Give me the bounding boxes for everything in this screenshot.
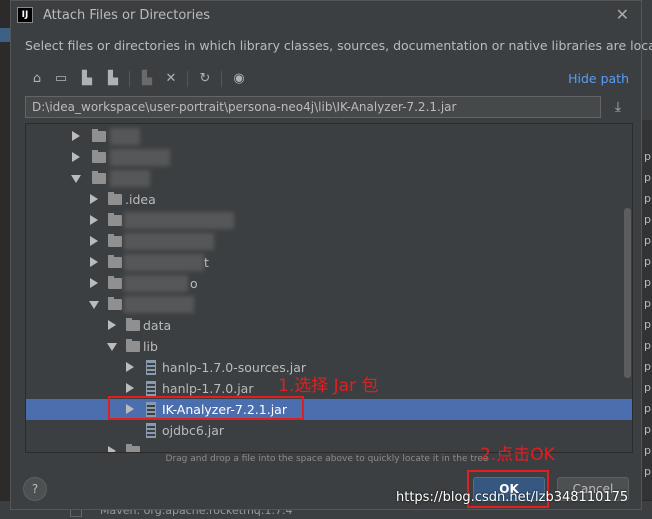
- redacted-label: [124, 275, 188, 292]
- folder-icon: [108, 192, 122, 205]
- close-icon[interactable]: ✕: [616, 5, 629, 24]
- collapse-arrow-icon[interactable]: [107, 343, 117, 351]
- new-folder-icon[interactable]: ▙: [137, 69, 157, 89]
- folder-icon: [108, 213, 122, 226]
- dialog-description: Select files or directories in which lib…: [25, 38, 652, 53]
- csdn-watermark: https://blog.csdn.net/lzb348110175: [396, 490, 629, 505]
- redacted-label: [124, 254, 204, 271]
- tree-item[interactable]: [26, 168, 632, 189]
- show-hidden-icon[interactable]: ◉: [229, 69, 249, 89]
- desktop-icon[interactable]: ▭: [51, 69, 71, 89]
- tree-item[interactable]: [26, 210, 632, 231]
- expand-arrow-icon[interactable]: [90, 194, 98, 204]
- tree-item-label: t: [204, 255, 209, 270]
- jar-icon: [146, 423, 156, 438]
- expand-arrow-icon[interactable]: [72, 152, 80, 162]
- delete-icon[interactable]: ✕: [161, 69, 181, 89]
- refresh-icon[interactable]: ↻: [195, 69, 215, 89]
- expand-arrow-icon[interactable]: [108, 446, 116, 452]
- folder-icon: [126, 318, 140, 331]
- folder-icon: [92, 150, 106, 163]
- title-bar[interactable]: IJ Attach Files or Directories ✕: [11, 1, 641, 31]
- expand-arrow-icon[interactable]: [108, 320, 116, 330]
- dialog-title: Attach Files or Directories: [43, 8, 211, 23]
- collapse-arrow-icon[interactable]: [89, 301, 99, 309]
- folder-icon: [108, 276, 122, 289]
- tree-item[interactable]: [26, 126, 632, 147]
- folder-icon: [126, 444, 140, 452]
- redacted-label: [110, 128, 140, 145]
- tree-item[interactable]: ojdbc6.jar: [26, 420, 632, 441]
- toolbar-separator: [187, 71, 188, 87]
- download-icon[interactable]: ⤓: [609, 98, 627, 116]
- tree-item-label: .idea: [125, 192, 156, 207]
- expand-arrow-icon[interactable]: [126, 362, 134, 372]
- folder-icon: [108, 255, 122, 268]
- folder-icon: [108, 297, 122, 310]
- redacted-label: [110, 170, 150, 187]
- tree-item[interactable]: .idea: [26, 189, 632, 210]
- tree-item[interactable]: o: [26, 273, 632, 294]
- tree-item[interactable]: lib: [26, 336, 632, 357]
- background-right-text: pppppppppppppppp: [644, 150, 651, 478]
- project-folder-icon[interactable]: ▙: [77, 69, 97, 89]
- module-folder-icon[interactable]: ▙: [103, 69, 123, 89]
- toolbar-separator: [221, 71, 222, 87]
- path-input[interactable]: [25, 96, 601, 118]
- tree-scrollbar[interactable]: [624, 208, 631, 378]
- collapse-arrow-icon[interactable]: [71, 175, 81, 183]
- tree-item[interactable]: [26, 231, 632, 252]
- folder-icon: [126, 339, 140, 352]
- expand-arrow-icon[interactable]: [90, 278, 98, 288]
- redacted-label: [124, 233, 214, 250]
- path-row: ⤓: [25, 96, 629, 120]
- home-icon[interactable]: ⌂: [27, 69, 47, 89]
- jar-icon: [146, 381, 156, 396]
- annotation-step1: 1.选择 Jar 包: [278, 376, 379, 396]
- folder-icon: [92, 129, 106, 142]
- hide-path-link[interactable]: Hide path: [568, 71, 629, 86]
- tree-item[interactable]: [26, 147, 632, 168]
- redacted-label: [110, 149, 170, 166]
- folder-icon: [108, 234, 122, 247]
- toolbar: ⌂ ▭ ▙ ▙ ▙ ✕ ↻ ◉ Hide path: [25, 67, 629, 91]
- attach-files-dialog: IJ Attach Files or Directories ✕ Select …: [10, 0, 652, 510]
- tree-item-label: ojdbc6.jar: [162, 423, 225, 438]
- expand-arrow-icon[interactable]: [72, 131, 80, 141]
- tree-item-label: o: [190, 276, 198, 291]
- annotation-box-jar: [108, 396, 304, 420]
- tree-item-label: lib: [143, 339, 158, 354]
- expand-arrow-icon[interactable]: [90, 236, 98, 246]
- tree-item[interactable]: t: [26, 252, 632, 273]
- expand-arrow-icon[interactable]: [90, 257, 98, 267]
- redacted-label: [124, 212, 234, 229]
- toolbar-separator: [129, 71, 130, 87]
- tree-item[interactable]: [26, 294, 632, 315]
- help-button[interactable]: ?: [23, 477, 47, 501]
- jar-icon: [146, 360, 156, 375]
- background-left-strip: [0, 0, 10, 518]
- annotation-step2: 2.点击OK: [480, 445, 555, 465]
- expand-arrow-icon[interactable]: [90, 215, 98, 225]
- intellij-icon: IJ: [17, 7, 33, 23]
- tree-item-label: data: [143, 318, 172, 333]
- tree-item[interactable]: data: [26, 315, 632, 336]
- tree-item-label: hanlp-1.7.0.jar: [162, 381, 254, 396]
- folder-icon: [92, 171, 106, 184]
- background-selection: [0, 28, 10, 42]
- expand-arrow-icon[interactable]: [126, 383, 134, 393]
- redacted-label: [124, 296, 194, 313]
